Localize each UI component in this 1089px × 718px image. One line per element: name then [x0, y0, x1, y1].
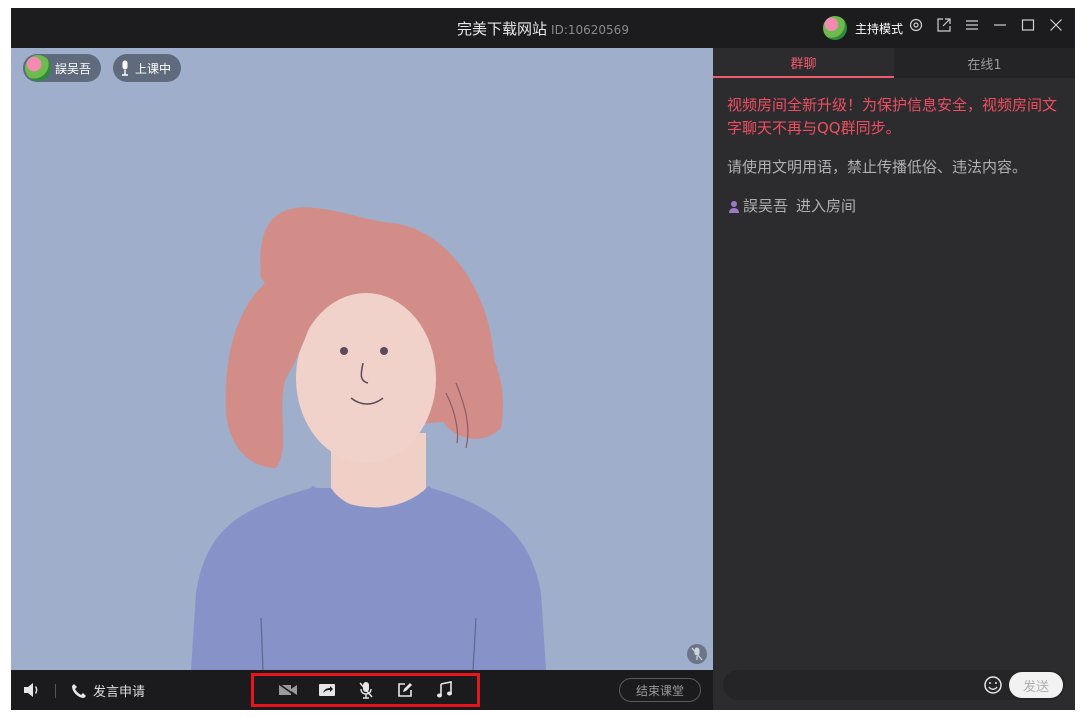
app-window: 完美下载网站 ID:10620569 主持模式 誤吴吾 上课中 发言申请 结束课… [11, 8, 1075, 710]
class-status-badge: 上课中 [113, 54, 182, 82]
microphone-icon [122, 60, 128, 76]
user-badge[interactable]: 誤吴吾 [23, 54, 102, 82]
screen-share-icon[interactable] [316, 680, 338, 700]
control-divider [55, 684, 56, 698]
send-button[interactable]: 发送 [1009, 672, 1063, 698]
system-notice: 视频房间全新升级！为保护信息安全，视频房间文字聊天不再与QQ群同步。 [727, 96, 1058, 137]
music-icon[interactable] [433, 680, 455, 700]
chat-messages: 视频房间全新升级！为保护信息安全，视频房间文字聊天不再与QQ群同步。 请使用文明… [727, 94, 1061, 218]
apply-label: 发言申请 [93, 685, 146, 700]
tab-group-chat[interactable]: 群聊 [713, 48, 894, 78]
host-mode-label: 主持模式 [855, 21, 904, 36]
user-name: 誤吴吾 [55, 61, 92, 76]
minimize-icon[interactable] [993, 18, 1007, 32]
host-mode[interactable]: 主持模式 [823, 16, 903, 40]
user-enter-message: 誤吴吾 进入房间 [727, 195, 1061, 218]
room-id: ID:10620569 [551, 23, 629, 37]
title-bar: 完美下载网站 ID:10620569 主持模式 [11, 8, 1075, 48]
menu-icon[interactable] [965, 18, 979, 32]
tab-online[interactable]: 在线1 [894, 48, 1075, 78]
control-bar: 发言申请 结束课堂 [11, 670, 713, 710]
maximize-icon[interactable] [1021, 18, 1035, 32]
apply-to-speak-button[interactable]: 发言申请 [71, 681, 145, 700]
user-avatar [25, 55, 51, 81]
mic-off-icon[interactable] [355, 680, 377, 700]
tool-group [251, 673, 480, 707]
user-icon [727, 200, 741, 214]
enter-text: 进入房间 [796, 197, 857, 215]
whiteboard-icon[interactable] [394, 680, 416, 700]
popout-icon[interactable] [937, 18, 951, 32]
emoji-icon[interactable] [983, 675, 1003, 695]
settings-icon[interactable] [909, 18, 923, 32]
end-class-button[interactable]: 结束课堂 [619, 678, 701, 702]
enter-user-name: 誤吴吾 [743, 197, 789, 215]
chat-input[interactable]: 发送 [723, 670, 1065, 700]
video-area: 誤吴吾 上课中 [11, 48, 713, 670]
mic-muted-icon [687, 644, 707, 664]
speaker-icon[interactable] [23, 682, 41, 698]
phone-icon [72, 683, 86, 698]
room-name: 完美下载网站 [457, 20, 548, 38]
chat-panel: 群聊 在线1 视频房间全新升级！为保护信息安全，视频房间文字聊天不再与QQ群同步… [713, 48, 1075, 710]
camera-off-icon[interactable] [277, 680, 299, 700]
close-icon[interactable] [1049, 18, 1063, 32]
host-avatar [823, 16, 847, 40]
window-controls [909, 18, 1063, 32]
chat-rule: 请使用文明用语，禁止传播低俗、违法内容。 [727, 158, 1028, 176]
chat-tabs: 群聊 在线1 [713, 48, 1075, 78]
class-status-label: 上课中 [135, 61, 172, 76]
teacher-illustration [191, 207, 546, 670]
